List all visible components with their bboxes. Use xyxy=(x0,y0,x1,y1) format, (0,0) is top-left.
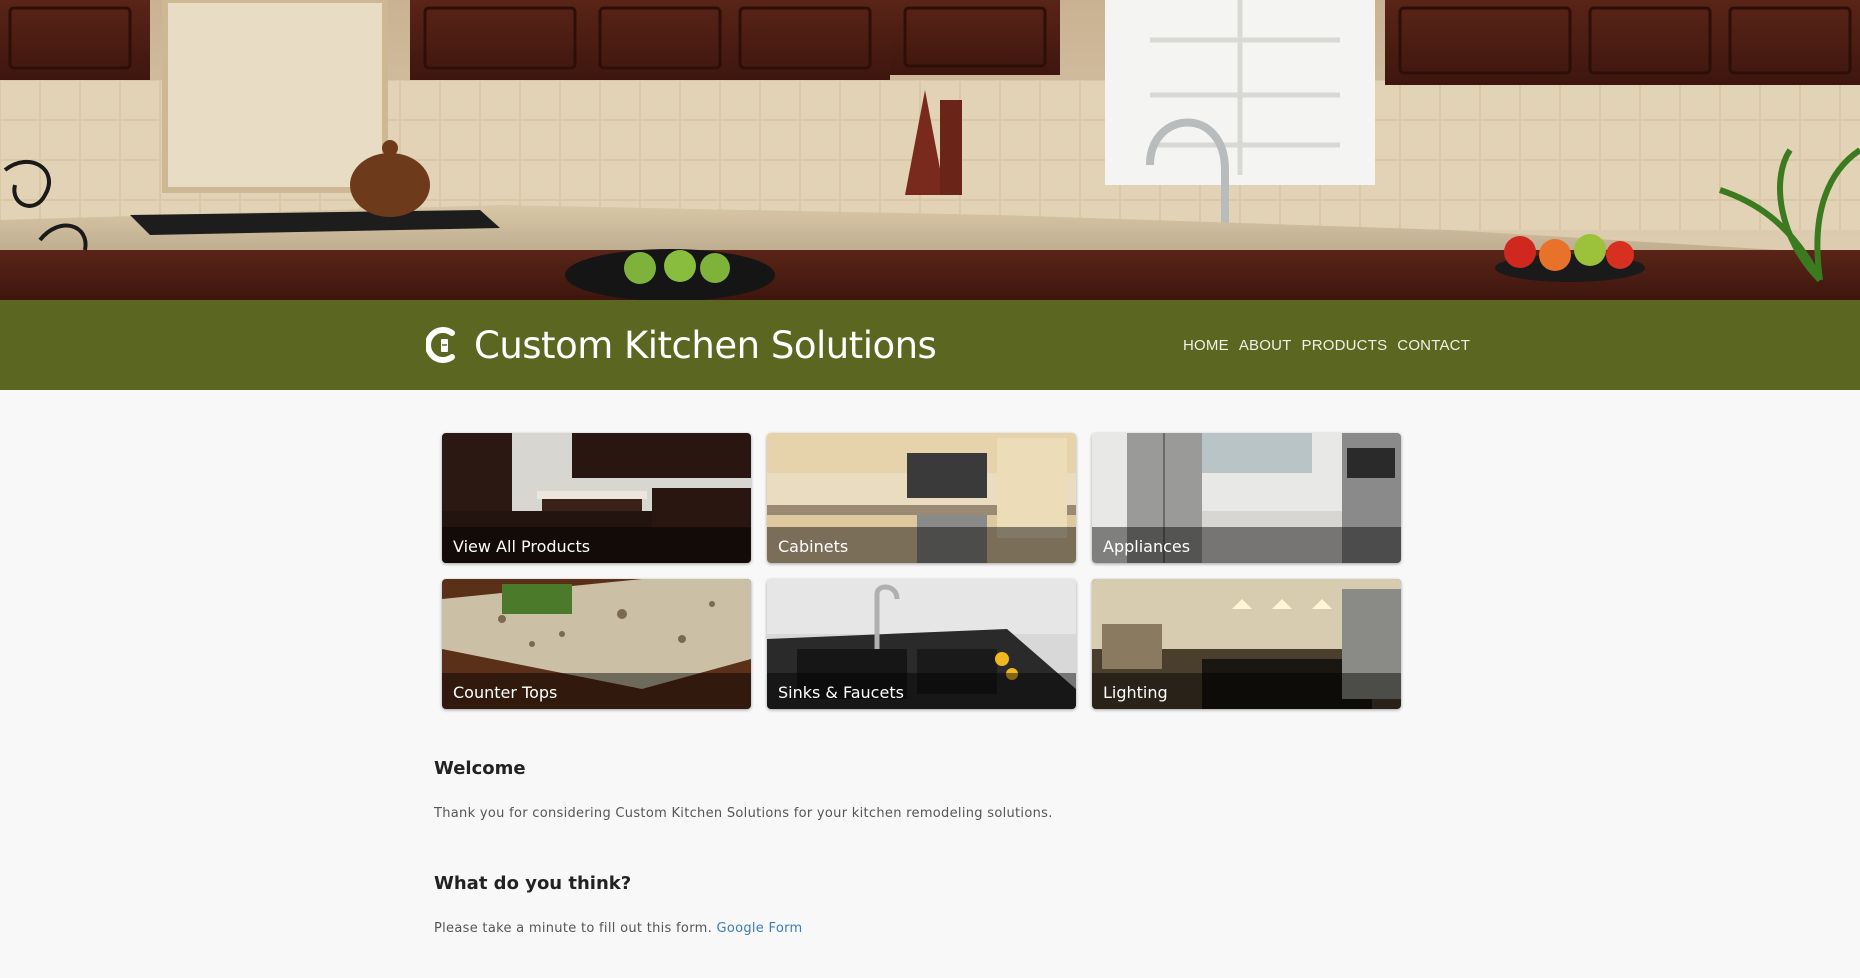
tile-label: Counter Tops xyxy=(453,683,558,702)
tile-label: Appliances xyxy=(1103,537,1191,556)
kitchen-logo-icon xyxy=(426,327,455,363)
brand[interactable]: Custom Kitchen Solutions xyxy=(426,300,937,390)
tile-label: Sinks & Faucets xyxy=(778,683,904,702)
nav-about[interactable]: ABOUT xyxy=(1239,337,1292,354)
product-tiles: View All Products Cabinets Appliances Co… xyxy=(442,433,1401,709)
hero-banner-image xyxy=(0,0,1860,300)
tile-view-all-products[interactable]: View All Products xyxy=(442,433,751,563)
tile-sinks-faucets[interactable]: Sinks & Faucets xyxy=(767,579,1076,709)
tile-label: Lighting xyxy=(1103,683,1168,702)
nav-contact[interactable]: CONTACT xyxy=(1397,337,1470,354)
welcome-text: Thank you for considering Custom Kitchen… xyxy=(434,806,1053,821)
tile-label: View All Products xyxy=(453,537,591,556)
tile-label: Cabinets xyxy=(778,537,849,556)
feedback-prompt: Please take a minute to fill out this fo… xyxy=(434,921,713,936)
tile-appliances[interactable]: Appliances xyxy=(1092,433,1401,563)
feedback-heading: What do you think? xyxy=(434,873,632,894)
site-header: Custom Kitchen Solutions HOME ABOUT PROD… xyxy=(0,300,1860,390)
tile-lighting[interactable]: Lighting xyxy=(1092,579,1401,709)
nav-products[interactable]: PRODUCTS xyxy=(1302,337,1388,354)
tile-counter-tops[interactable]: Counter Tops xyxy=(442,579,751,709)
brand-name: Custom Kitchen Solutions xyxy=(474,323,937,367)
tile-cabinets[interactable]: Cabinets xyxy=(767,433,1076,563)
google-form-link[interactable]: Google Form xyxy=(716,921,802,936)
welcome-heading: Welcome xyxy=(434,758,526,779)
main-nav: HOME ABOUT PRODUCTS CONTACT xyxy=(1183,300,1470,390)
nav-home[interactable]: HOME xyxy=(1183,337,1229,354)
feedback-text: Please take a minute to fill out this fo… xyxy=(434,921,802,936)
